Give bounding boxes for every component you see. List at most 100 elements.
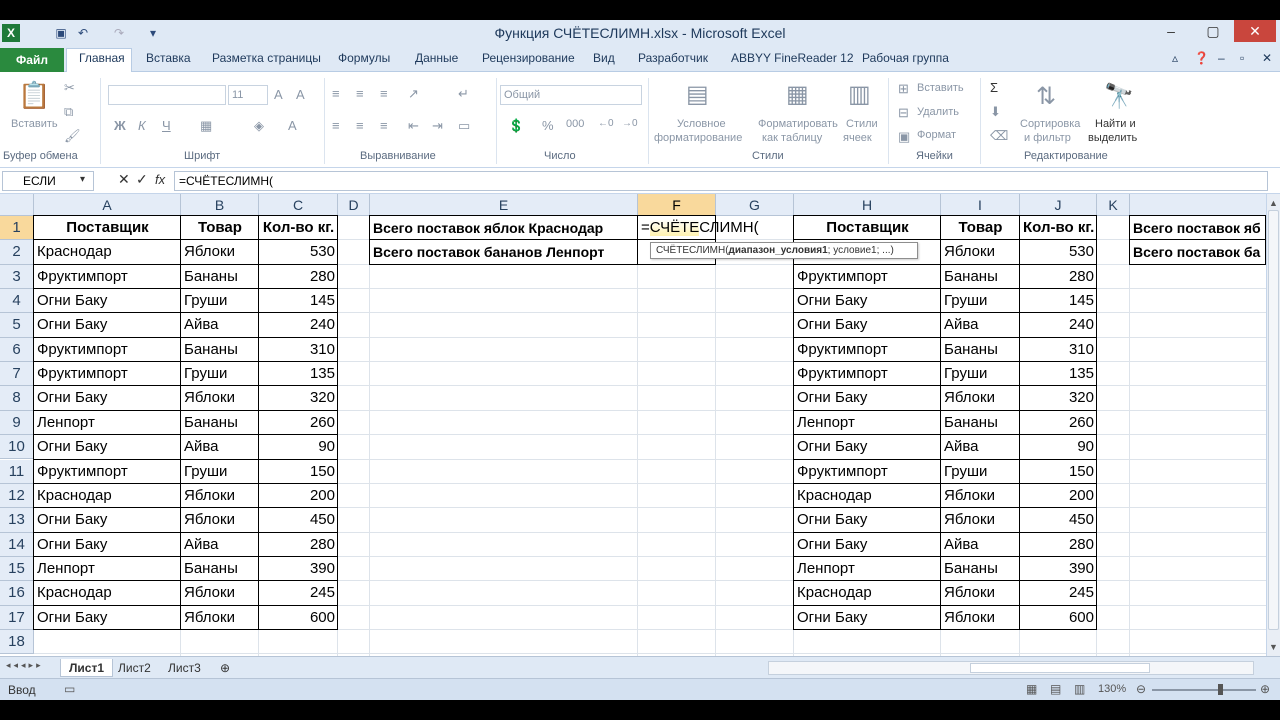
ribbon-min-icon[interactable]: – (1218, 51, 1225, 65)
tab-abbyy[interactable]: ABBYY FineReader 12 (731, 51, 854, 65)
sheet-tab-2[interactable]: Лист2 (110, 659, 159, 677)
format-table-icon[interactable]: ▦ (786, 80, 809, 109)
number-format-combo[interactable]: Общий (500, 85, 642, 105)
cell-styles-icon[interactable]: ▥ (848, 80, 871, 109)
fill-icon[interactable]: ⬇ (990, 104, 1001, 120)
scroll-thumb[interactable] (1268, 210, 1279, 630)
table-left-cell-product[interactable]: Яблоки (181, 508, 259, 532)
insert-function-button[interactable]: fx (155, 172, 165, 187)
table-left-cell-product[interactable]: Айва (181, 313, 259, 337)
find-label2[interactable]: выделить (1088, 132, 1137, 144)
borders-icon[interactable]: ▦ (200, 118, 212, 134)
row-header-1[interactable]: 1 (0, 216, 34, 241)
tab-developer[interactable]: Разработчик (638, 51, 708, 65)
table-left-cell-supplier[interactable]: Огни Баку (34, 435, 181, 459)
zoom-slider-thumb[interactable] (1218, 684, 1223, 695)
page-layout-view-icon[interactable]: ▤ (1050, 682, 1061, 696)
table-right-cell-qty[interactable]: 280 (1020, 533, 1097, 557)
format-table-label[interactable]: Форматировать (758, 118, 838, 130)
sheet-nav-icon[interactable]: ◂◂◂▸▸ (6, 660, 44, 671)
row-header-4[interactable]: 4 (0, 289, 34, 314)
table-left-cell-qty[interactable]: 530 (259, 240, 338, 264)
table-right-cell-qty[interactable]: 390 (1020, 557, 1097, 581)
paste-icon[interactable]: 📋 (18, 80, 50, 112)
help-icon[interactable]: ❓ (1194, 51, 1209, 65)
table-left-cell-supplier[interactable]: Фруктимпорт (34, 338, 181, 362)
sort-filter-icon[interactable]: ⇅ (1036, 82, 1056, 111)
align-middle-icon[interactable]: ≡ (356, 86, 364, 101)
column-header-f[interactable]: F (638, 194, 716, 216)
table-left-cell-supplier[interactable]: Огни Баку (34, 289, 181, 313)
formula-input[interactable]: =СЧЁТЕСЛИМН( (174, 171, 1268, 191)
table-right-cell-qty[interactable]: 135 (1020, 362, 1097, 386)
delete-cells-label[interactable]: Удалить (917, 106, 959, 118)
table-right-cell-product[interactable]: Бананы (941, 338, 1020, 362)
find-label[interactable]: Найти и (1095, 118, 1136, 130)
table-right-cell-supplier[interactable]: Огни Баку (794, 435, 941, 459)
sort-label2[interactable]: и фильтр (1024, 132, 1071, 144)
table-right-cell-supplier[interactable]: Огни Баку (794, 606, 941, 630)
table-right-cell-supplier[interactable]: Фруктимпорт (794, 460, 941, 484)
zoom-in-icon[interactable]: ⊕ (1260, 682, 1270, 696)
row-header-9[interactable]: 9 (0, 410, 34, 436)
table-left-cell-supplier[interactable]: Огни Баку (34, 606, 181, 630)
fill-color-icon[interactable]: ◈ (254, 118, 264, 134)
table-left-cell-product[interactable]: Бананы (181, 557, 259, 581)
table-left-header-product[interactable]: Товар (181, 216, 259, 240)
ribbon-close-icon[interactable]: ✕ (1262, 51, 1272, 65)
tab-formulas[interactable]: Формулы (338, 51, 390, 65)
table-left-cell-qty[interactable]: 240 (259, 313, 338, 337)
column-header-i[interactable]: I (941, 194, 1020, 216)
table-left-cell-qty[interactable]: 145 (259, 289, 338, 313)
formula-edit-cell[interactable]: =СЧЁТЕСЛИМН( (638, 216, 759, 240)
ribbon-restore-icon[interactable]: ▫ (1240, 51, 1244, 65)
table-right-header-supplier[interactable]: Поставщик (794, 216, 941, 240)
find-icon[interactable]: 🔭 (1104, 82, 1134, 111)
table-left-cell-qty[interactable]: 280 (259, 265, 338, 289)
cond-format-label[interactable]: Условное (677, 118, 726, 130)
row-header-13[interactable]: 13 (0, 508, 34, 533)
format-cells-icon[interactable]: ▣ (898, 129, 910, 145)
table-right-cell-supplier[interactable]: Огни Баку (794, 289, 941, 313)
spreadsheet-grid[interactable]: ABCDEFGHIJK 1 2 3 4 5 6 7 8 9 10 11 12 13 14 15 16 17 18 … (0, 194, 1266, 656)
table-right-cell-qty[interactable]: 600 (1020, 606, 1097, 630)
decrease-indent-icon[interactable]: ⇤ (408, 118, 419, 134)
table-left-cell-supplier[interactable]: Краснодар (34, 484, 181, 508)
cell-styles-label[interactable]: Стили (846, 118, 878, 130)
insert-cells-icon[interactable]: ⊞ (898, 81, 909, 97)
table-right-cell-product[interactable]: Бананы (941, 265, 1020, 289)
table-right-header-qty[interactable]: Кол-во кг. (1020, 216, 1097, 240)
table-right-cell-qty[interactable]: 260 (1020, 411, 1097, 435)
new-sheet-icon[interactable]: ⊕ (212, 659, 238, 677)
table-right-cell-supplier[interactable]: Ленпорт (794, 557, 941, 581)
table-right-cell-product[interactable]: Груши (941, 289, 1020, 313)
table-right-cell-product[interactable]: Груши (941, 362, 1020, 386)
table-right-cell-supplier[interactable]: Ленпорт (794, 411, 941, 435)
row-header-12[interactable]: 12 (0, 483, 34, 509)
format-cells-label[interactable]: Формат (917, 129, 956, 141)
table-left-cell-product[interactable]: Груши (181, 362, 259, 386)
merge-cells-icon[interactable]: ▭ (458, 118, 470, 134)
table-right-cell-qty[interactable]: 530 (1020, 240, 1097, 264)
zoom-level[interactable]: 130% (1098, 683, 1126, 695)
table-left-header-supplier[interactable]: Поставщик (34, 216, 181, 240)
font-color-icon[interactable]: A (288, 118, 297, 133)
format-table-label2[interactable]: как таблицу (762, 132, 822, 144)
table-right-cell-product[interactable]: Яблоки (941, 484, 1020, 508)
table-left-cell-qty[interactable]: 90 (259, 435, 338, 459)
table-right-cell-qty[interactable]: 245 (1020, 581, 1097, 605)
table-left-cell-supplier[interactable]: Краснодар (34, 581, 181, 605)
table-left-cell-qty[interactable]: 260 (259, 411, 338, 435)
page-break-view-icon[interactable]: ▥ (1074, 682, 1085, 696)
minimize-button[interactable]: – (1150, 20, 1192, 42)
scroll-up-icon[interactable]: ▲ (1269, 198, 1278, 208)
vertical-scrollbar[interactable]: ▲ ▼ (1266, 194, 1280, 656)
table-left-cell-qty[interactable]: 245 (259, 581, 338, 605)
table-left-cell-product[interactable]: Бананы (181, 411, 259, 435)
thousands-button[interactable]: 000 (566, 118, 584, 130)
table-right-cell-qty[interactable]: 145 (1020, 289, 1097, 313)
column-header-l[interactable] (1130, 194, 1266, 216)
row-header-16[interactable]: 16 (0, 581, 34, 606)
table-left-cell-product[interactable]: Бананы (181, 338, 259, 362)
row-header-7[interactable]: 7 (0, 362, 34, 387)
